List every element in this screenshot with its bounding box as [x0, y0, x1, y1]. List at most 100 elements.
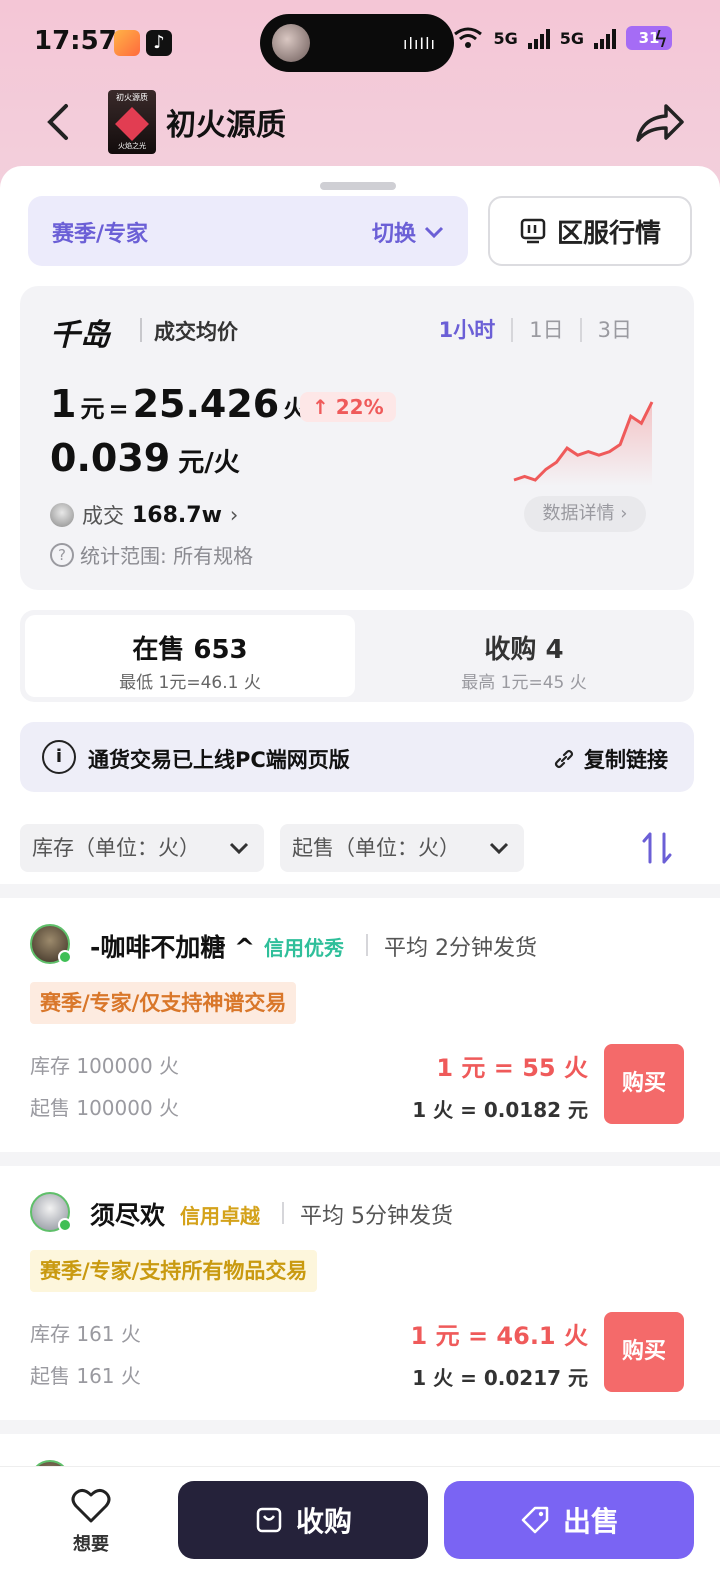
content-sheet: 赛季/专家 切换 区服行情 千岛 成交均价 1小时 1日 3日 1 元 = 25…: [0, 166, 720, 1584]
copy-link-button[interactable]: 复制链接: [552, 744, 668, 774]
section-divider: [0, 884, 720, 898]
buying-label: 收购 4: [484, 635, 564, 665]
item-logo-subcaption: 火焰之光: [118, 142, 146, 150]
chevron-down-icon: [489, 842, 509, 855]
min-sale-filter[interactable]: 起售（单位：火）: [280, 824, 524, 872]
credit-badge: 信用卓越: [180, 1200, 260, 1229]
wifi-icon: [454, 27, 483, 48]
tab-1d[interactable]: 1日: [511, 318, 579, 342]
tab-3d[interactable]: 3日: [579, 318, 648, 342]
unit-price-label: 元/火: [178, 448, 240, 478]
region-market-button[interactable]: 区服行情: [488, 196, 692, 266]
change-badge: ↑ 22%: [300, 392, 396, 422]
brand-logo: 千岛: [50, 318, 110, 353]
on-sale-sub: 最低 1元=46.1 火: [119, 673, 261, 693]
season-switch-label: 切换: [371, 222, 416, 247]
info-icon: i: [42, 740, 76, 774]
stat-scope: ? 统计范围: 所有规格: [50, 540, 253, 569]
divider: [366, 934, 368, 956]
section-divider: [0, 1152, 720, 1166]
tab-1h[interactable]: 1小时: [423, 318, 512, 342]
trend-chart: [513, 401, 654, 486]
tiktok-icon: ♪: [146, 30, 172, 56]
bottom-action-bar: 想要 收购 出售: [0, 1466, 720, 1584]
purchase-label: 收购: [295, 1505, 352, 1538]
seller-name: -咖啡不加糖 ^: [90, 933, 256, 962]
online-indicator: [58, 1218, 72, 1232]
stock-filter[interactable]: 库存（单位：火）: [20, 824, 264, 872]
listing-tag: 赛季/专家/仅支持神谱交易: [30, 982, 297, 1024]
deal-volume[interactable]: 成交 168.7w ›: [50, 500, 238, 530]
signal-icon-2: [594, 27, 616, 49]
rate-yuan: 元: [80, 395, 105, 423]
item-logo-caption: 初火源质: [116, 93, 148, 102]
on-sale-label: 在售 653: [132, 635, 248, 665]
page-title: 初火源质: [166, 108, 286, 143]
crystal-icon: [115, 107, 149, 141]
buy-button[interactable]: 购买: [604, 1312, 684, 1392]
deal-avatar-icon: [50, 503, 74, 527]
stock-filter-label: 库存（单位：火）: [32, 836, 200, 860]
purchase-button[interactable]: 收购: [178, 1481, 428, 1559]
min-sale-text: 起售 161 火: [30, 1364, 141, 1388]
share-icon[interactable]: [634, 98, 686, 146]
divider: [282, 1202, 284, 1224]
network-5g-label: 5G: [493, 28, 518, 48]
back-icon[interactable]: [38, 98, 78, 146]
region-market-label: 区服行情: [556, 218, 661, 249]
tab-on-sale[interactable]: 在售 653 最低 1元=46.1 火: [25, 615, 355, 697]
listing-card: -咖啡不加糖 ^ 信用优秀 平均 2分钟发货 赛季/专家/仅支持神谱交易 库存 …: [0, 898, 720, 1152]
stock-text: 库存 100000 火: [30, 1054, 180, 1078]
status-time: 17:57: [34, 26, 117, 56]
listing-unit-price: 1 火 = 0.0182 元: [412, 1098, 588, 1122]
rate-lhs: 1: [50, 382, 77, 426]
exchange-rate: 1 元 = 25.426 火: [50, 382, 307, 426]
island-avatar: [272, 24, 310, 62]
brand-divider: [140, 318, 142, 342]
trend-area: [514, 402, 652, 486]
ship-time: 平均 5分钟发货: [300, 1204, 453, 1229]
online-indicator: [58, 950, 72, 964]
credit-text: 信用优秀: [264, 936, 344, 960]
ship-time: 平均 2分钟发货: [384, 936, 537, 961]
network-5g-label-2: 5G: [559, 28, 584, 48]
listing-unit-price: 1 火 = 0.0217 元: [412, 1366, 588, 1390]
seller-name: 须尽欢: [90, 1201, 166, 1230]
avg-price-label: 成交均价: [154, 320, 238, 344]
sort-icon[interactable]: [640, 830, 674, 866]
min-sale-text: 起售 100000 火: [30, 1096, 180, 1120]
notification-app-icon: [114, 30, 140, 56]
listing-rate: 1 元 = 55 火: [436, 1054, 588, 1082]
item-logo: 初火源质 火焰之光: [108, 90, 156, 154]
dynamic-island[interactable]: ılıIlı: [260, 14, 454, 72]
buy-button[interactable]: 购买: [604, 1044, 684, 1124]
unit-price-value: 0.039: [50, 436, 171, 480]
listing-rate: 1 元 = 46.1 火: [410, 1322, 588, 1350]
chart-board-icon: [520, 218, 546, 244]
tab-buying[interactable]: 收购 4 最高 1元=45 火: [359, 615, 689, 697]
stock-text: 库存 161 火: [30, 1322, 141, 1346]
deal-value: 168.7w: [132, 502, 222, 528]
min-sale-filter-label: 起售（单位：火）: [292, 836, 460, 860]
season-selector[interactable]: 赛季/专家 切换: [28, 196, 468, 266]
listing-tag: 赛季/专家/支持所有物品交易: [30, 1250, 318, 1292]
data-detail-button[interactable]: 数据详情 ›: [524, 496, 646, 532]
status-indicators: 5G 5G 31: [453, 26, 672, 50]
notice-text: 通货交易已上线PC端网页版: [88, 748, 350, 772]
charging-icon: ϟ: [653, 28, 668, 53]
question-icon[interactable]: ?: [50, 542, 74, 567]
sheet-handle[interactable]: [320, 182, 396, 190]
arrow-up-icon: ↑: [312, 395, 336, 419]
market-tabs: 在售 653 最低 1元=46.1 火 收购 4 最高 1元=45 火: [20, 610, 694, 702]
section-divider: [0, 1420, 720, 1434]
buying-sub: 最高 1元=45 火: [461, 673, 587, 693]
signal-icon: [527, 27, 550, 49]
season-switch[interactable]: 切换: [372, 216, 444, 248]
chevron-down-icon: [424, 226, 444, 239]
sell-button[interactable]: 出售: [444, 1481, 694, 1559]
audio-wave-icon: ılıIlı: [403, 34, 436, 53]
bag-icon: [256, 1507, 282, 1533]
season-label: 赛季/专家: [52, 222, 149, 247]
data-detail-label: 数据详情: [542, 503, 615, 524]
want-button[interactable]: 想要: [66, 1487, 116, 1556]
